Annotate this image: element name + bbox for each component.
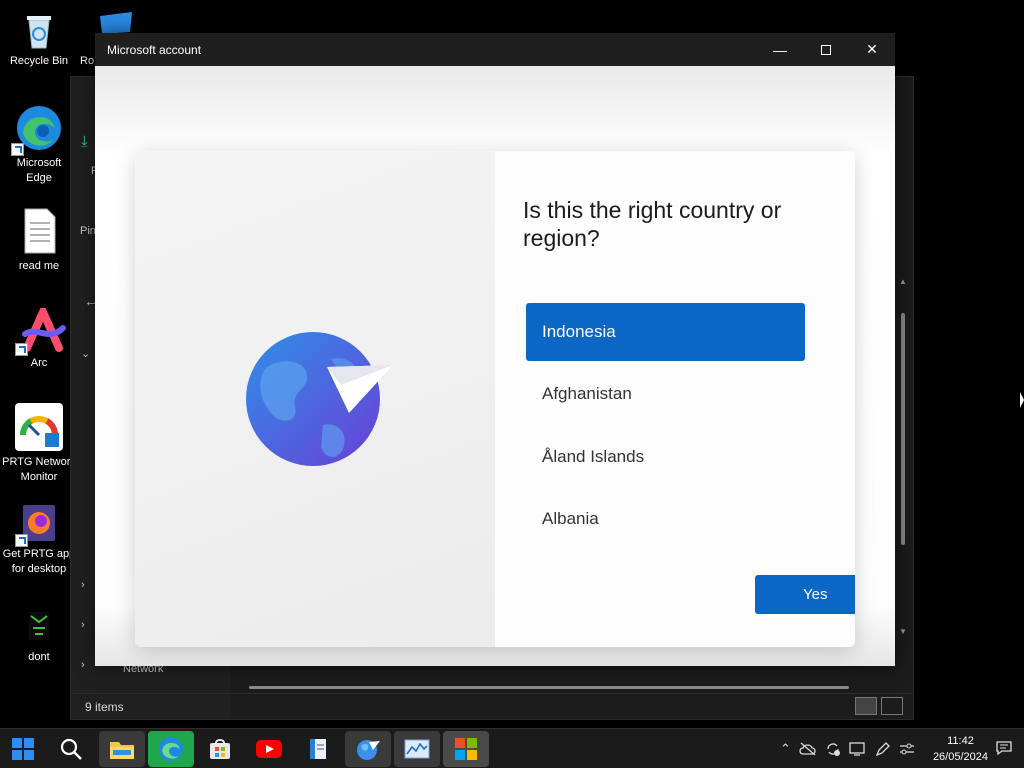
microsoft-account-window[interactable]: Microsoft account — ✕ Is this the right … [95,33,895,666]
display-icon[interactable] [849,741,867,757]
maximize-button[interactable] [803,33,849,66]
notification-icon [996,741,1012,756]
chevron-up-icon[interactable]: ⌃ [780,741,791,757]
monitor-app-icon [404,739,430,759]
country-option-indonesia[interactable]: Indonesia [526,303,805,361]
sync-error-icon[interactable] [825,741,841,757]
country-option-aland-islands[interactable]: Åland Islands [526,428,805,486]
download-icon: ⤓ [81,133,88,150]
edge-icon [11,104,63,156]
desktop-icon-arc[interactable]: Arc [0,302,78,371]
vertical-scrollbar[interactable]: ▲ ▼ [899,277,907,637]
desktop-icon-label: Microsoft Edge [16,157,62,184]
shortcut-arrow-icon [11,143,24,156]
store-icon [210,739,230,759]
desktop-icon-prtg[interactable]: PRTG Network Monitor [0,403,78,485]
recycle-bin-icon [19,10,59,50]
youtube-icon [256,740,282,758]
search-button[interactable] [48,731,94,767]
globe-app-icon [357,740,380,760]
item-count: 9 items [85,700,124,714]
taskbar-notepad[interactable] [295,731,341,767]
country-option-label: Åland Islands [542,447,645,466]
cloud-off-icon[interactable] [799,742,817,756]
scroll-down-icon[interactable]: ▼ [899,627,907,636]
desktop-icon-dont[interactable]: dont [0,606,78,665]
window-controls: — ✕ [757,33,895,66]
country-option-afghanistan[interactable]: Afghanistan [526,365,805,423]
settings-sliders-icon[interactable] [899,741,915,757]
taskbar-store[interactable] [197,731,243,767]
close-icon: ✕ [866,41,878,57]
chevron-right-icon[interactable]: › [81,619,85,631]
horizontal-scrollbar[interactable] [249,686,849,689]
tiles-view-button[interactable] [881,697,903,715]
start-button[interactable] [0,731,46,767]
desktop-icon-label: Get PRTG app for desktop [2,548,76,575]
firefox-icon [15,503,59,547]
taskbar-microsoft[interactable] [443,731,489,767]
window-title: Microsoft account [107,42,202,57]
shortcut-arrow-icon [15,534,28,547]
taskbar-file-explorer[interactable] [99,731,145,767]
taskbar-youtube[interactable] [246,731,292,767]
system-clock[interactable]: 11:42 26/05/2024 [933,733,988,765]
pen-icon[interactable] [875,741,891,757]
arc-browser-icon [15,302,66,356]
setup-body: Is this the right country or region? Ind… [95,66,895,666]
app-icon [19,606,59,646]
yes-button[interactable]: Yes [755,575,855,614]
explorer-fragment-label: Pin [80,225,96,237]
mouse-cursor-icon [1020,392,1024,408]
desktop-icon-edge[interactable]: Microsoft Edge [0,104,78,186]
notepad-icon [310,739,326,759]
desktop-icon-get-prtg[interactable]: Get PRTG app for desktop [0,503,78,577]
microsoft-icon [455,738,477,760]
desktop-icon-label: read me [18,260,60,272]
text-document-icon [19,207,59,255]
desktop-icon-label: dont [28,651,50,663]
details-view-button[interactable] [855,697,877,715]
close-button[interactable]: ✕ [849,33,895,66]
taskbar: ⌃ 11:42 26/05/2024 [0,728,1024,768]
illustration-panel [135,151,495,647]
yes-button-label: Yes [803,586,828,603]
minimize-button[interactable]: — [757,33,803,66]
globe-illustration-icon [245,329,405,469]
country-option-label: Indonesia [542,322,616,341]
chevron-right-icon[interactable]: › [81,579,85,591]
country-option-albania[interactable]: Albania [526,490,805,548]
status-bar: 9 items [71,693,913,719]
file-explorer-icon [110,742,134,759]
minimize-icon: — [773,41,787,58]
maximize-icon [821,44,831,55]
scroll-up-icon[interactable]: ▲ [899,277,907,286]
country-region-card: Is this the right country or region? Ind… [135,151,855,647]
taskbar-monitor-app[interactable] [394,731,440,767]
clock-time: 11:42 [947,735,974,747]
desktop-icon-read-me[interactable]: read me [0,207,78,274]
edge-icon [159,737,183,761]
chevron-right-icon[interactable]: › [81,659,85,671]
taskbar-globe-app[interactable] [345,731,391,767]
prtg-gauge-icon [15,403,63,451]
search-icon [60,738,82,760]
notification-center-button[interactable] [996,740,1012,761]
shortcut-arrow-icon [15,343,28,356]
scrollbar-thumb[interactable] [901,313,905,545]
page-title: Is this the right country or region? [523,197,782,251]
desktop-icon-label: Arc [30,357,48,369]
country-option-label: Afghanistan [542,384,632,403]
clock-date: 26/05/2024 [932,751,988,763]
start-icon [12,738,34,760]
country-option-label: Albania [542,509,599,528]
desktop-icon-label: PRTG Network Monitor [2,456,76,483]
chevron-down-icon[interactable]: ⌄ [81,347,90,360]
taskbar-edge[interactable] [148,731,194,767]
